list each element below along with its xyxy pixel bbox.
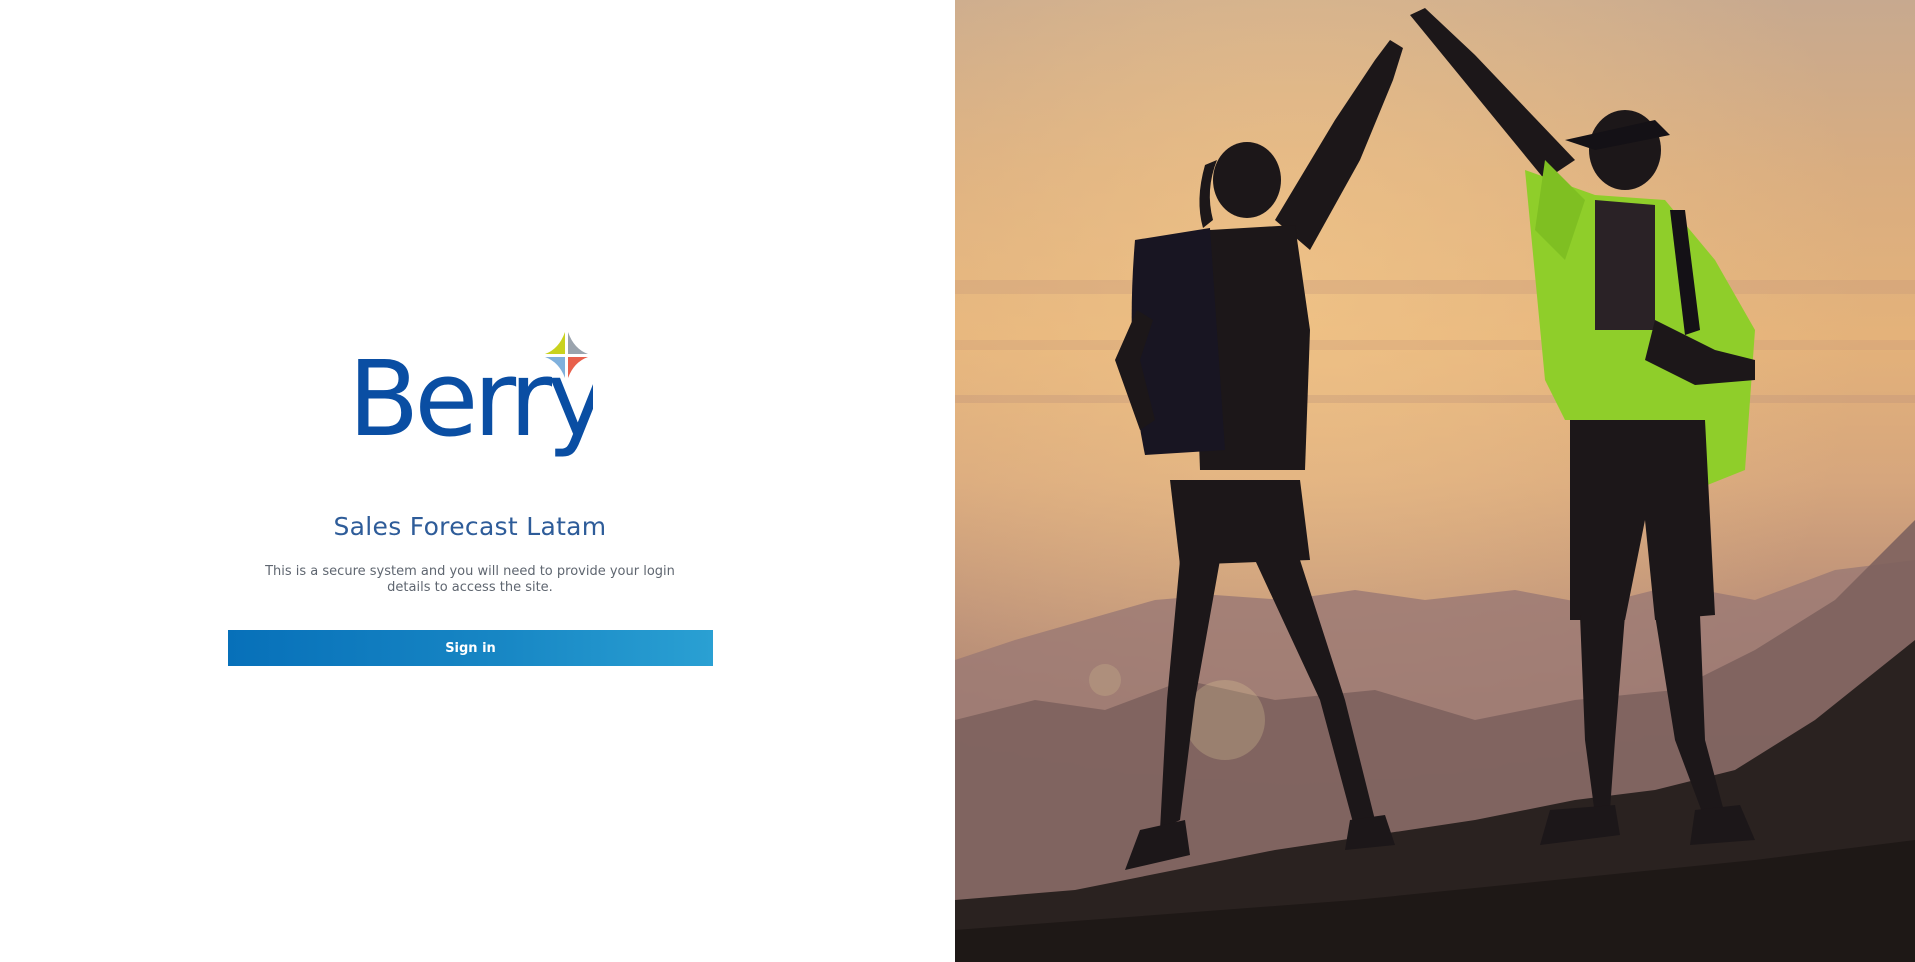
- logo-wordmark: Berry: [348, 338, 593, 460]
- berry-logo: Berry: [348, 330, 593, 465]
- hero-photo: [955, 0, 1915, 962]
- sign-in-button[interactable]: Sign in: [228, 630, 713, 666]
- app-title: Sales Forecast Latam: [333, 512, 607, 541]
- login-panel: Berry Sales Forecast Latam This is a sec…: [0, 0, 955, 962]
- login-page: Berry Sales Forecast Latam This is a sec…: [0, 0, 1915, 962]
- hikers-high-five-image: [955, 0, 1915, 962]
- secure-system-notice: This is a secure system and you will nee…: [265, 564, 675, 595]
